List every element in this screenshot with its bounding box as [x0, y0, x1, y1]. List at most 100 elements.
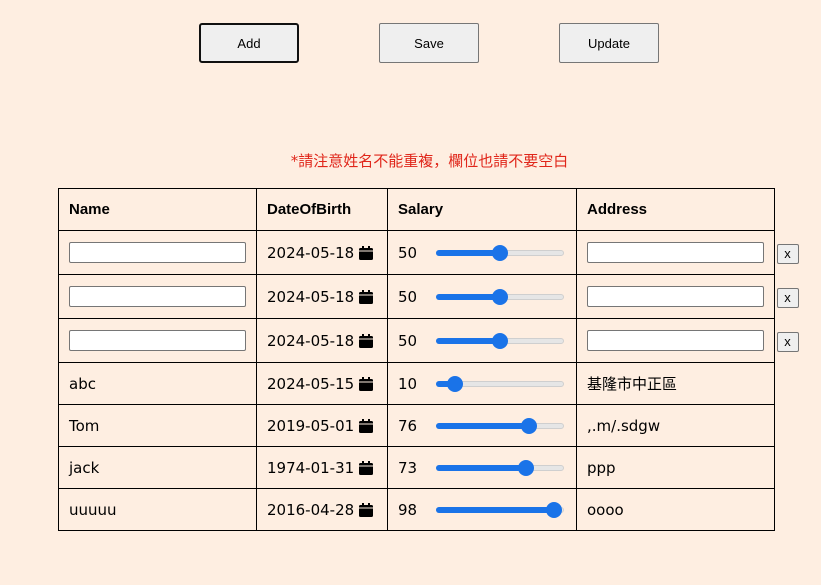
salary-slider[interactable] [436, 288, 564, 305]
date-value: 2024-05-18 [267, 331, 355, 350]
date-cell: 1974-01-31 [256, 446, 388, 489]
name-input[interactable] [69, 330, 246, 351]
name-cell [58, 274, 257, 319]
salary-value: 98 [398, 500, 418, 519]
salary-slider[interactable] [436, 501, 564, 518]
date-picker[interactable]: 1974-01-31 [267, 459, 377, 477]
date-cell: 2024-05-18 [256, 230, 388, 275]
salary-slider[interactable] [436, 417, 564, 434]
salary-value: 50 [398, 331, 418, 350]
name-input[interactable] [69, 242, 246, 263]
date-picker[interactable]: 2024-05-15 [267, 375, 377, 393]
address-cell [576, 318, 775, 363]
edit-row: 2024-05-18 50 [58, 230, 775, 275]
date-value: 2024-05-18 [267, 243, 355, 262]
name-cell: uuuuu [58, 488, 257, 531]
salary-value: 50 [398, 287, 418, 306]
salary-value: 76 [398, 416, 418, 435]
date-cell: 2024-05-18 [256, 274, 388, 319]
date-cell: 2019-05-01 [256, 404, 388, 447]
date-picker[interactable]: 2024-05-18 [267, 288, 377, 306]
calendar-icon[interactable] [358, 418, 374, 434]
table-row: abc 2024-05-15 10 基隆市中正區 [58, 362, 775, 405]
calendar-icon[interactable] [358, 245, 374, 261]
date-value: 2024-05-15 [267, 374, 355, 393]
calendar-icon[interactable] [358, 333, 374, 349]
address-input[interactable] [587, 330, 764, 351]
slider-thumb[interactable] [492, 332, 508, 349]
slider-thumb[interactable] [517, 459, 534, 476]
salary-cell: 50 [387, 230, 577, 275]
update-button[interactable]: Update [559, 23, 659, 63]
date-value: 2024-05-18 [267, 287, 355, 306]
address-cell: ppp [576, 446, 775, 489]
date-picker[interactable]: 2024-05-18 [267, 332, 377, 350]
slider-fill [436, 293, 500, 300]
date-picker[interactable]: 2024-05-18 [267, 244, 377, 262]
salary-slider[interactable] [436, 459, 564, 476]
header-dateofbirth: DateOfBirth [256, 188, 388, 231]
table-row: Tom 2019-05-01 76 ,.m/.sdgw [58, 404, 775, 447]
date-value: 2016-04-28 [267, 500, 355, 519]
date-value: 1974-01-31 [267, 458, 355, 477]
address-cell [576, 274, 775, 319]
calendar-icon[interactable] [358, 376, 374, 392]
slider-fill [436, 422, 530, 429]
salary-slider[interactable] [436, 244, 564, 261]
delete-row-button[interactable]: x [776, 287, 799, 308]
slider-thumb[interactable] [492, 288, 508, 305]
date-picker[interactable]: 2016-04-28 [267, 501, 377, 519]
delete-row-button[interactable]: x [776, 243, 799, 264]
name-input[interactable] [69, 286, 246, 307]
delete-row-button[interactable]: x [776, 331, 799, 352]
table-row: uuuuu 2016-04-28 98 oooo [58, 488, 775, 531]
salary-value: 50 [398, 243, 418, 262]
salary-cell: 98 [387, 488, 577, 531]
edit-row: 2024-05-18 50 [58, 274, 775, 319]
salary-cell: 50 [387, 318, 577, 363]
salary-slider[interactable] [436, 375, 564, 392]
date-cell: 2024-05-18 [256, 318, 388, 363]
slider-fill [436, 337, 500, 344]
name-cell: abc [58, 362, 257, 405]
date-value: 2019-05-01 [267, 416, 355, 435]
employee-table: Name DateOfBirth Salary Address 2024-05-… [58, 188, 775, 531]
table-row: jack 1974-01-31 73 ppp [58, 446, 775, 489]
calendar-icon[interactable] [358, 502, 374, 518]
notice-text: *請注意姓名不能重複，欄位也請不要空白 [290, 152, 569, 170]
header-address: Address [576, 188, 775, 231]
salary-slider[interactable] [436, 332, 564, 349]
calendar-icon[interactable] [358, 460, 374, 476]
salary-value: 10 [398, 374, 418, 393]
edit-row: 2024-05-18 50 [58, 318, 775, 363]
slider-fill [436, 464, 526, 471]
slider-fill [436, 506, 554, 513]
header-name: Name [58, 188, 257, 231]
slider-thumb[interactable] [447, 375, 464, 392]
date-cell: 2024-05-15 [256, 362, 388, 405]
salary-cell: 50 [387, 274, 577, 319]
name-cell [58, 318, 257, 363]
address-cell [576, 230, 775, 275]
slider-thumb[interactable] [545, 501, 562, 518]
address-cell: 基隆市中正區 [576, 362, 775, 405]
table-header-row: Name DateOfBirth Salary Address [58, 188, 775, 231]
salary-value: 73 [398, 458, 418, 477]
address-input[interactable] [587, 286, 764, 307]
salary-cell: 73 [387, 446, 577, 489]
calendar-icon[interactable] [358, 289, 374, 305]
name-cell [58, 230, 257, 275]
name-cell: Tom [58, 404, 257, 447]
date-cell: 2016-04-28 [256, 488, 388, 531]
save-button[interactable]: Save [379, 23, 479, 63]
address-input[interactable] [587, 242, 764, 263]
add-button[interactable]: Add [199, 23, 299, 63]
slider-thumb[interactable] [492, 244, 508, 261]
salary-cell: 76 [387, 404, 577, 447]
salary-cell: 10 [387, 362, 577, 405]
address-cell: ,.m/.sdgw [576, 404, 775, 447]
slider-thumb[interactable] [521, 417, 538, 434]
slider-fill [436, 249, 500, 256]
date-picker[interactable]: 2019-05-01 [267, 417, 377, 435]
name-cell: jack [58, 446, 257, 489]
